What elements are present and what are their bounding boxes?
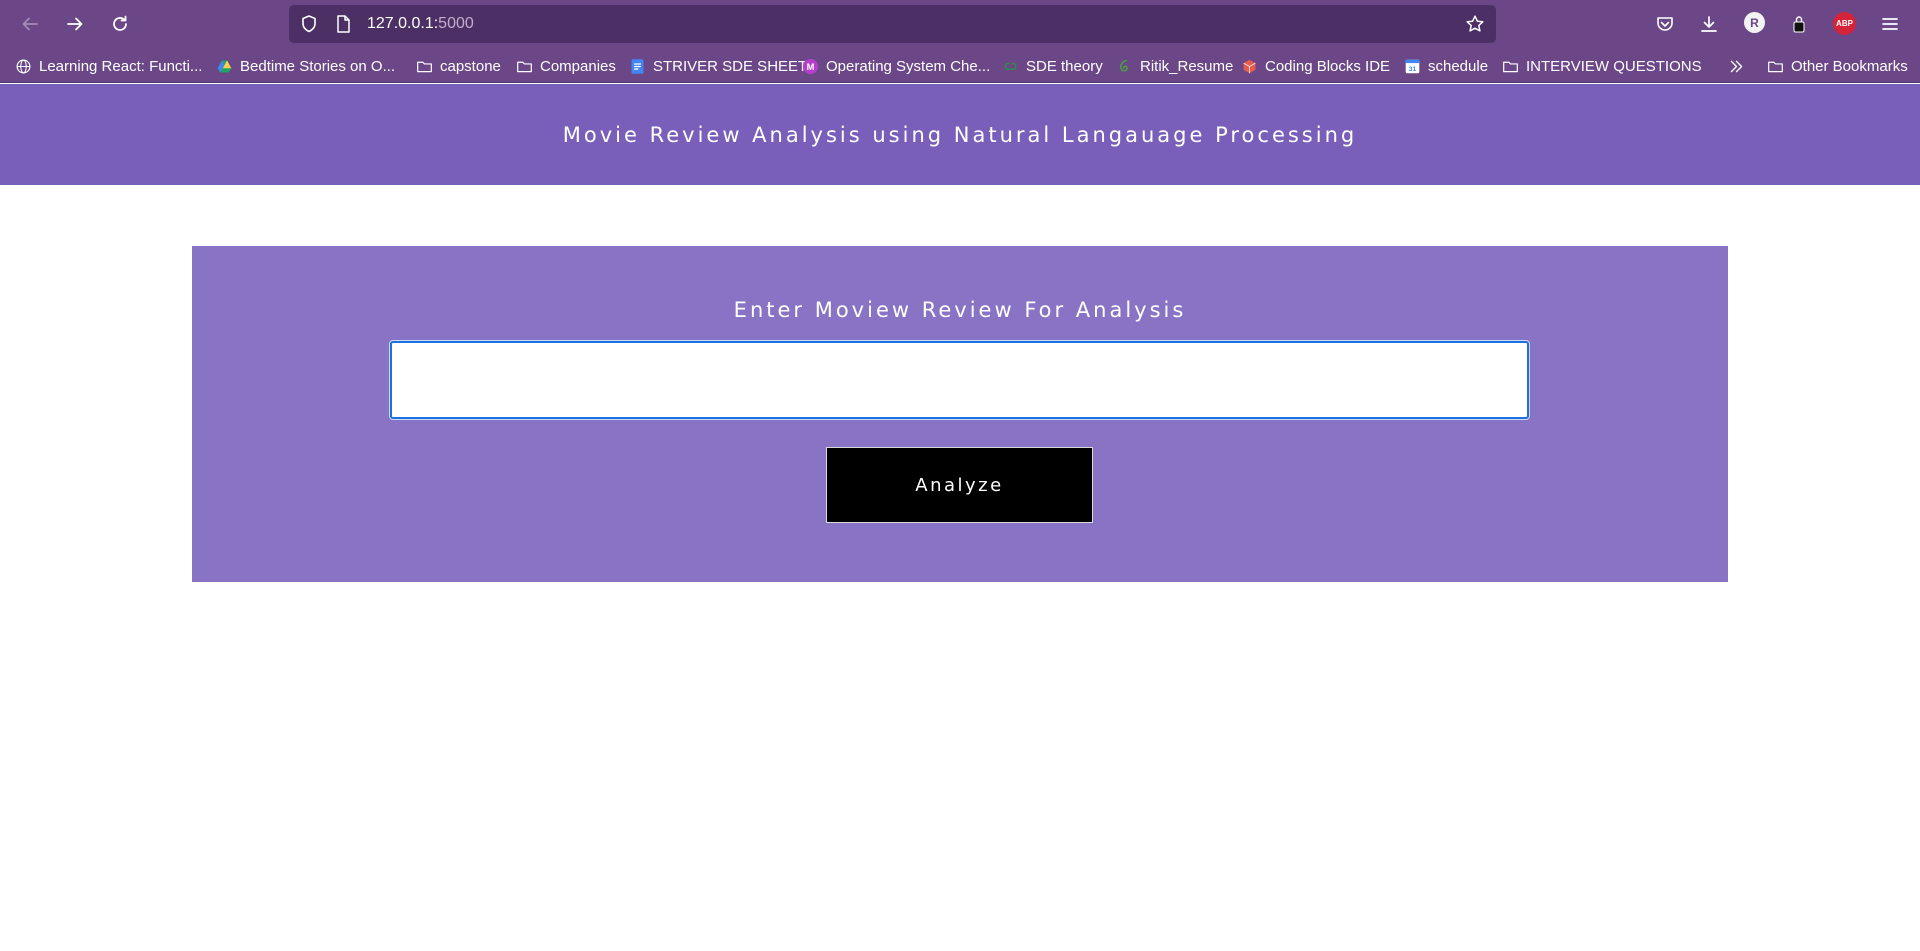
bookmark-label: capstone bbox=[440, 57, 501, 75]
folder-icon bbox=[516, 58, 533, 75]
pocket-icon bbox=[1657, 17, 1673, 31]
google-drive-icon bbox=[216, 58, 233, 75]
shield-icon[interactable] bbox=[299, 14, 319, 34]
adblock-plus-icon[interactable]: ABP bbox=[1833, 12, 1856, 35]
bookmark-label: Learning React: Functi... bbox=[39, 57, 203, 75]
svg-text:M: M bbox=[807, 61, 815, 71]
folder-icon bbox=[416, 58, 433, 75]
folder-icon bbox=[1767, 58, 1784, 75]
hamburger-menu-icon bbox=[1882, 18, 1898, 30]
gfg-icon bbox=[1002, 58, 1019, 75]
lock-extension-icon bbox=[1793, 16, 1805, 33]
address-bar[interactable]: 127.0.0.1:5000 bbox=[289, 5, 1496, 43]
bookmarks-overflow-button[interactable] bbox=[1728, 56, 1745, 76]
bookmark-label: Operating System Che... bbox=[826, 57, 991, 75]
bookmark-item[interactable]: SDE theory bbox=[1002, 56, 1103, 76]
bookmarks-toolbar: Learning React: Functi... Bedtime Storie… bbox=[0, 47, 1920, 83]
forward-button[interactable] bbox=[59, 8, 91, 40]
downloads-button[interactable] bbox=[1693, 8, 1725, 40]
bookmark-item[interactable]: capstone bbox=[416, 56, 501, 76]
url-text[interactable]: 127.0.0.1:5000 bbox=[367, 15, 474, 33]
bookmark-item[interactable]: Coding Blocks IDE bbox=[1241, 56, 1390, 76]
m-badge-icon: M bbox=[802, 58, 819, 75]
bookmark-item[interactable]: Bedtime Stories on O... bbox=[216, 56, 395, 76]
browser-toolbar: 127.0.0.1:5000 R ABP bbox=[0, 0, 1920, 47]
chevron-double-right-icon bbox=[1728, 58, 1745, 75]
download-icon bbox=[1701, 16, 1717, 32]
review-form-card: Enter Moview Review For Analysis Analyze bbox=[192, 246, 1728, 582]
url-port: 5000 bbox=[438, 15, 474, 32]
form-heading: Enter Moview Review For Analysis bbox=[733, 298, 1187, 322]
back-button[interactable] bbox=[14, 8, 46, 40]
arrow-right-icon bbox=[67, 17, 83, 31]
bookmark-item[interactable]: M Operating System Che... bbox=[802, 56, 990, 76]
bookmark-item[interactable]: 31 schedule bbox=[1404, 56, 1488, 76]
bookmark-item[interactable]: INTERVIEW QUESTIONS bbox=[1502, 56, 1702, 76]
page-header: Movie Review Analysis using Natural Lang… bbox=[0, 84, 1920, 185]
analyze-button[interactable]: Analyze bbox=[826, 447, 1093, 523]
profile-avatar[interactable]: R bbox=[1744, 12, 1765, 33]
menu-button[interactable] bbox=[1874, 8, 1906, 40]
calendar-icon: 31 bbox=[1404, 58, 1421, 75]
bookmark-label: Bedtime Stories on O... bbox=[240, 57, 396, 75]
reload-button[interactable] bbox=[104, 8, 136, 40]
overleaf-icon bbox=[1116, 58, 1133, 75]
bookmark-label: Companies bbox=[540, 57, 616, 75]
page-title: Movie Review Analysis using Natural Lang… bbox=[562, 122, 1358, 147]
bookmark-label: schedule bbox=[1428, 57, 1489, 75]
url-host: 127.0.0.1: bbox=[367, 15, 439, 32]
other-bookmarks-label: Other Bookmarks bbox=[1791, 57, 1908, 75]
reload-icon bbox=[113, 15, 127, 31]
other-bookmarks[interactable]: Other Bookmarks bbox=[1767, 56, 1908, 76]
bookmark-label: Coding Blocks IDE bbox=[1265, 57, 1391, 75]
bookmark-item[interactable]: Learning React: Functi... bbox=[15, 56, 202, 76]
bookmark-label: STRIVER SDE SHEET bbox=[653, 57, 808, 75]
globe-icon bbox=[15, 58, 32, 75]
bookmark-label: INTERVIEW QUESTIONS bbox=[1526, 57, 1702, 75]
star-icon[interactable] bbox=[1465, 14, 1485, 34]
bookmark-item[interactable]: Companies bbox=[516, 56, 616, 76]
page-info-icon[interactable] bbox=[333, 14, 353, 34]
cube-icon bbox=[1241, 58, 1258, 75]
arrow-left-icon bbox=[22, 17, 38, 31]
bookmark-item[interactable]: Ritik_Resume bbox=[1116, 56, 1233, 76]
extension-button[interactable] bbox=[1783, 8, 1815, 40]
bookmark-label: Ritik_Resume bbox=[1140, 57, 1234, 75]
pocket-button[interactable] bbox=[1649, 8, 1681, 40]
google-docs-icon bbox=[629, 58, 646, 75]
svg-text:31: 31 bbox=[1409, 66, 1417, 73]
bookmark-label: SDE theory bbox=[1026, 57, 1103, 75]
review-input[interactable] bbox=[389, 340, 1530, 420]
folder-icon bbox=[1502, 58, 1519, 75]
bookmark-item[interactable]: STRIVER SDE SHEET bbox=[629, 56, 807, 76]
